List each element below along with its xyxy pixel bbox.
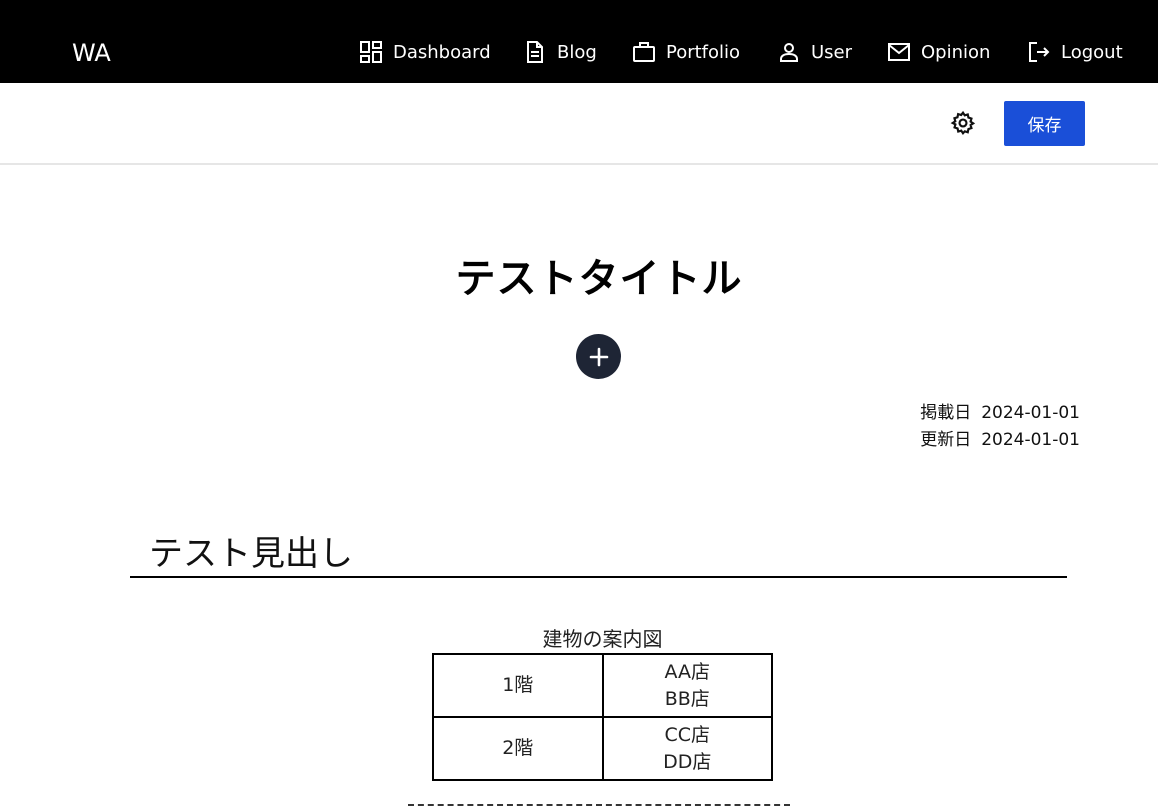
nav-portfolio[interactable]: Portfolio xyxy=(632,38,740,66)
guide-map-image[interactable]: 1階 AA店 BB店 2階 CC店 DD店 xyxy=(432,653,773,781)
mail-icon xyxy=(888,43,910,61)
nav-dashboard-label: Dashboard xyxy=(393,41,491,63)
editor-toolbar xyxy=(0,83,1158,165)
stores-cell: CC店 DD店 xyxy=(601,716,773,781)
table-row: 1階 AA店 BB店 xyxy=(432,653,773,718)
user-icon xyxy=(780,43,798,62)
updated-date: 2024-01-01 xyxy=(981,430,1080,450)
plus-icon xyxy=(589,347,608,366)
nav-portfolio-label: Portfolio xyxy=(666,41,741,63)
nav-blog[interactable]: Blog xyxy=(523,38,597,66)
top-navbar: WA Dashboard Blog Portfolio User Opinion xyxy=(0,0,1158,83)
section-heading-block[interactable]: テスト見出し xyxy=(130,524,1067,578)
briefcase-icon xyxy=(633,42,655,62)
dashboard-icon xyxy=(360,41,382,63)
table-row: 2階 CC店 DD店 xyxy=(432,716,773,781)
save-button[interactable]: 保存 xyxy=(1004,101,1085,146)
dashed-divider xyxy=(408,804,790,806)
stores-cell: AA店 BB店 xyxy=(601,653,773,718)
store-name: AA店 xyxy=(664,660,711,683)
updated-row: 更新日 2024-01-01 xyxy=(920,427,1080,454)
article-dates: 掲載日 2024-01-01 更新日 2024-01-01 xyxy=(920,400,1080,454)
published-date: 2024-01-01 xyxy=(981,403,1080,423)
nav-user[interactable]: User xyxy=(777,38,852,66)
nav-opinion[interactable]: Opinion xyxy=(887,38,990,66)
nav-logout[interactable]: Logout xyxy=(1027,38,1123,66)
published-row: 掲載日 2024-01-01 xyxy=(920,400,1080,427)
add-block-button[interactable] xyxy=(576,334,621,379)
nav-dashboard[interactable]: Dashboard xyxy=(359,38,491,66)
store-name: BB店 xyxy=(664,687,710,710)
floor-cell: 2階 xyxy=(432,716,604,781)
logo[interactable]: WA xyxy=(72,38,111,68)
updated-label: 更新日 xyxy=(920,430,972,450)
store-name: DD店 xyxy=(663,750,712,773)
figure-caption: 建物の案内図 xyxy=(542,627,663,651)
nav-opinion-label: Opinion xyxy=(921,41,991,63)
nav-blog-label: Blog xyxy=(557,41,597,63)
floor-cell: 1階 xyxy=(432,653,604,718)
article-title[interactable]: テストタイトル xyxy=(0,246,1158,304)
document-icon xyxy=(527,41,543,63)
nav-user-label: User xyxy=(811,41,853,63)
section-heading[interactable]: テスト見出し xyxy=(149,526,353,575)
logout-icon xyxy=(1029,42,1050,62)
gear-icon[interactable] xyxy=(950,110,976,136)
store-name: CC店 xyxy=(664,723,711,746)
nav-logout-label: Logout xyxy=(1061,41,1123,63)
published-label: 掲載日 xyxy=(920,403,972,423)
